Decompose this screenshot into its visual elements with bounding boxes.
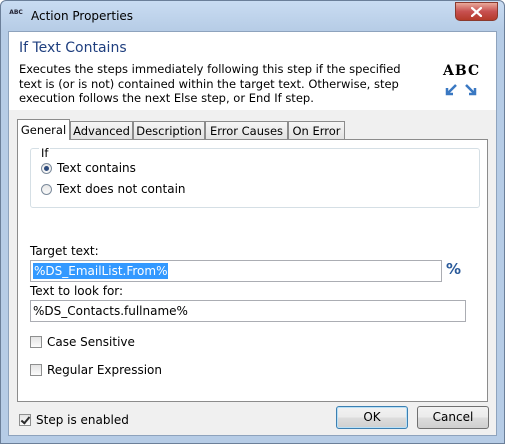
- radio-button[interactable]: [41, 184, 52, 195]
- checkbox-box[interactable]: [30, 364, 42, 376]
- target-text-label: Target text:: [30, 244, 99, 258]
- radio-label: Text contains: [57, 161, 136, 175]
- step-enabled-label: Step is enabled: [36, 413, 129, 427]
- insert-variable-button[interactable]: %: [446, 260, 461, 278]
- ok-button[interactable]: OK: [336, 406, 408, 429]
- tab-general[interactable]: General: [17, 119, 70, 140]
- radio-button-selected[interactable]: [41, 163, 52, 174]
- cancel-button[interactable]: Cancel: [417, 406, 489, 429]
- radio-text-does-not-contain[interactable]: Text does not contain: [41, 182, 186, 196]
- close-icon: [471, 7, 482, 17]
- if-group-label: If: [39, 146, 51, 160]
- target-text-value: %DS_EmailList.From%: [33, 263, 169, 279]
- look-for-input[interactable]: %DS_Contacts.fullname%: [30, 300, 466, 322]
- if-group: If Text contains Text does not contain: [30, 146, 480, 208]
- tab-error-causes[interactable]: Error Causes: [205, 121, 288, 139]
- look-for-value: %DS_Contacts.fullname%: [33, 304, 188, 318]
- case-sensitive-label: Case Sensitive: [47, 335, 135, 349]
- checkbox-box[interactable]: [30, 336, 42, 348]
- step-enabled-checkbox[interactable]: Step is enabled: [19, 413, 129, 427]
- radio-text-contains[interactable]: Text contains: [41, 161, 136, 175]
- tab-advanced[interactable]: Advanced: [70, 121, 133, 139]
- case-sensitive-checkbox[interactable]: Case Sensitive: [30, 335, 135, 349]
- tab-description[interactable]: Description: [133, 121, 205, 139]
- action-title: If Text Contains: [19, 40, 127, 56]
- regular-expression-checkbox[interactable]: Regular Expression: [30, 363, 162, 377]
- abc-app-icon: ABC: [9, 9, 23, 16]
- close-button[interactable]: [455, 2, 498, 21]
- look-for-label: Text to look for:: [30, 284, 124, 298]
- action-description: Executes the steps immediately following…: [19, 62, 401, 105]
- header-panel: If Text Contains Executes the steps imme…: [9, 32, 496, 110]
- dialog-body: If Text Contains Executes the steps imme…: [8, 31, 497, 436]
- tab-on-error[interactable]: On Error: [288, 121, 345, 139]
- general-tab-panel: If Text contains Text does not contain T…: [17, 139, 488, 402]
- action-properties-window: ABC Action Properties If Text Contains E…: [0, 0, 505, 444]
- checkbox-box-checked[interactable]: [19, 414, 31, 426]
- window-title: Action Properties: [31, 9, 134, 23]
- regular-expression-label: Regular Expression: [47, 363, 162, 377]
- radio-label: Text does not contain: [57, 182, 186, 196]
- abc-logo: ABC: [443, 63, 481, 79]
- target-text-input[interactable]: %DS_EmailList.From%: [30, 260, 442, 282]
- title-bar[interactable]: ABC Action Properties: [1, 1, 504, 31]
- text-compare-arrows-icon: [445, 84, 477, 96]
